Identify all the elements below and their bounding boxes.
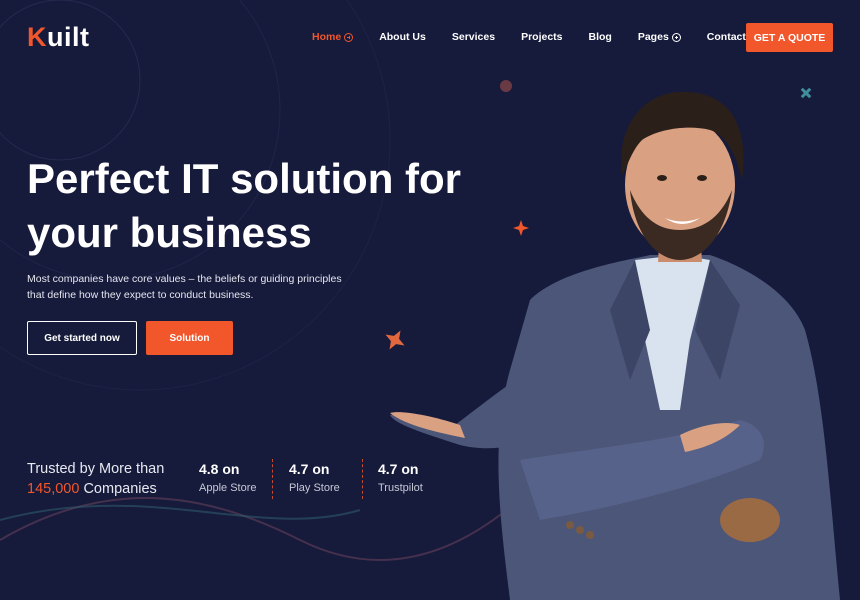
nav-item-about[interactable]: About Us (379, 31, 426, 43)
main-nav: Home About Us Services Projects Blog Pag… (312, 31, 788, 43)
plus-circle-icon (671, 32, 681, 42)
rating-value: 4.7 on (289, 461, 330, 477)
solution-button[interactable]: Solution (146, 321, 233, 355)
rating-value: 4.8 on (199, 461, 240, 477)
hero-description: Most companies have core values – the be… (27, 273, 342, 301)
hero-person-image (390, 91, 840, 600)
logo[interactable]: Kuilt (27, 22, 90, 53)
logo-text: uilt (47, 22, 90, 52)
trusted-line: Trusted by More than (27, 461, 165, 477)
companies-label: Companies (83, 481, 157, 497)
nav-item-pages[interactable]: Pages (638, 31, 681, 43)
get-quote-button[interactable]: GET A QUOTE (746, 23, 833, 52)
nav-item-projects[interactable]: Projects (521, 31, 562, 43)
rating-apple-store: 4.8 on Apple Store (199, 460, 256, 494)
nav-item-blog[interactable]: Blog (589, 31, 612, 43)
nav-item-services[interactable]: Services (452, 31, 495, 43)
company-count: 145,000 (27, 481, 80, 497)
nav-item-home[interactable]: Home (312, 31, 354, 43)
divider (362, 459, 363, 499)
plus-circle-icon (344, 32, 354, 42)
rating-label: Play Store (289, 482, 340, 494)
rating-play-store: 4.7 on Play Store (289, 460, 340, 494)
get-started-button[interactable]: Get started now (27, 321, 137, 355)
divider (272, 459, 273, 499)
rating-label: Apple Store (199, 482, 257, 494)
logo-letter: K (27, 22, 47, 52)
trusted-by-text: Trusted by More than 145,000 Companies (27, 459, 164, 499)
